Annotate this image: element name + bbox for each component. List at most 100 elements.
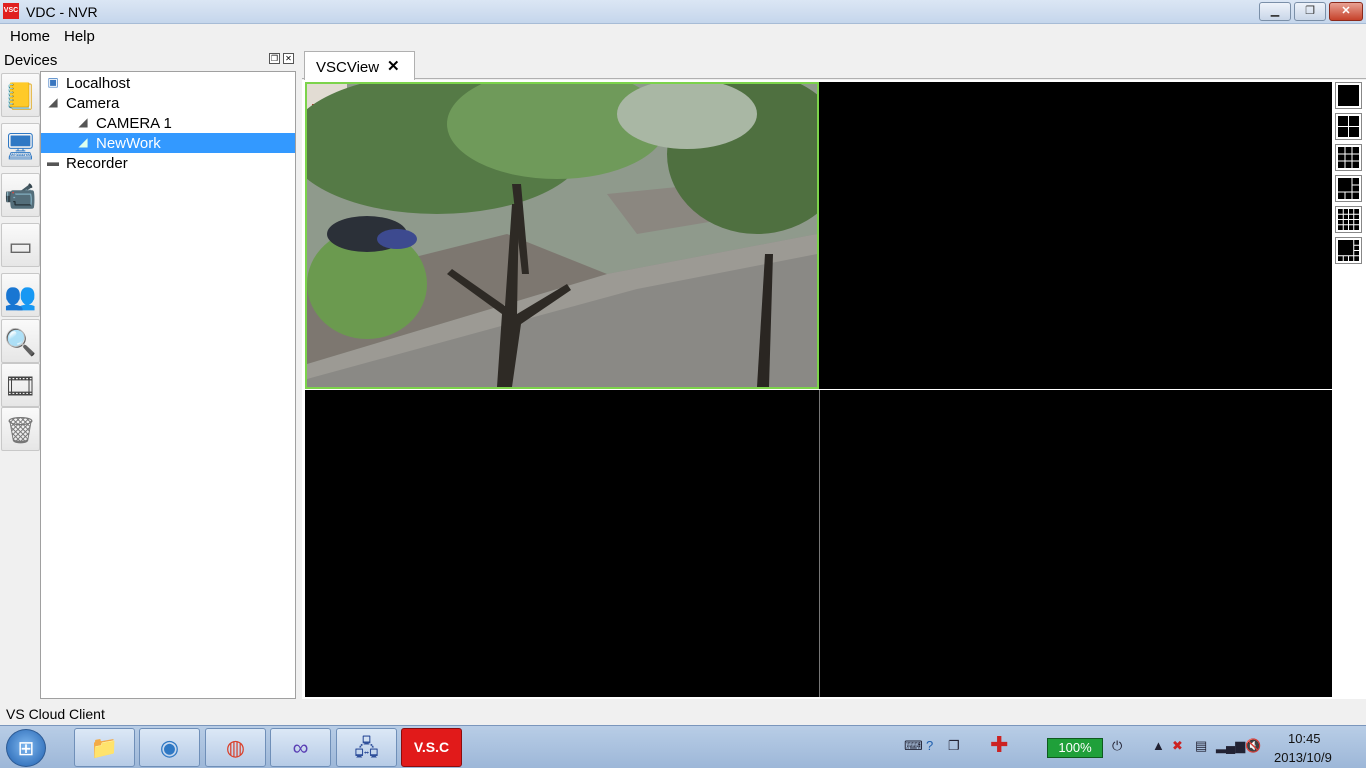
layout-4x4-button[interactable] (1335, 206, 1362, 233)
search-button[interactable]: 🔍 (1, 319, 40, 363)
status-text: VS Cloud Client (6, 706, 105, 722)
close-button[interactable]: ✕ (1329, 2, 1363, 21)
minimize-icon: ▁ (1270, 5, 1280, 17)
layout-2x2-icon (1338, 116, 1359, 137)
layout-1plus7-icon (1338, 240, 1359, 261)
film-reel-icon: 🎞 (3, 371, 37, 401)
office-icon[interactable]: ✚ (990, 732, 1008, 758)
view-tabstrip: VSCView ✕ (302, 49, 1366, 81)
users-icon: 👥 (4, 281, 37, 311)
keyboard-icon[interactable]: ⌨ (904, 738, 923, 754)
recorder-icon: ▬ (47, 155, 59, 169)
help-icon[interactable]: ? (926, 738, 933, 753)
computer-icon: ▣ (47, 75, 59, 89)
start-button[interactable]: ⊞ (6, 729, 46, 767)
layout-3x3-icon (1338, 147, 1359, 168)
folder-icon: 📁 (90, 735, 119, 760)
status-bar: VS Cloud Client (0, 703, 1366, 725)
monitor-button[interactable]: 🖥 (1, 123, 40, 167)
tab-close-icon[interactable]: ✕ (387, 57, 400, 75)
monitor-icon: 🖥 (3, 131, 37, 161)
power-plug-icon[interactable]: ⏻ (1112, 738, 1122, 754)
signal-icon[interactable]: ▂▄▆ (1216, 738, 1245, 754)
title-bar: VSC VDC - NVR ▁ ❐ ✕ (0, 0, 1366, 24)
trash-button[interactable]: 🗑 (1, 407, 40, 451)
tab-vscview[interactable]: VSCView ✕ (304, 51, 415, 81)
tree-item-label: CAMERA 1 (96, 115, 172, 132)
storage-button[interactable]: ▭ (1, 223, 40, 267)
close-icon: ✕ (1341, 5, 1351, 17)
camera-group-icon: ◢ (48, 95, 58, 109)
tree-item-label: Localhost (66, 75, 131, 92)
app-icon: VSC (3, 3, 19, 19)
camera-icon: ◢ (78, 135, 88, 149)
menu-help[interactable]: Help (64, 28, 95, 45)
taskbar: ⊞ 📁 ◉ ◍ ∞ 🖧 V.S.C ⌨ ? ❐ ✚ 100% ⏻ ▲ ✖ ▤ ▂… (0, 725, 1366, 768)
magnifier-icon: 🔍 (4, 327, 37, 357)
restore-button[interactable]: ❐ (1294, 2, 1326, 21)
volume-muted-icon[interactable]: 🔇 (1245, 738, 1261, 754)
menu-home[interactable]: Home (10, 28, 50, 45)
camera-button[interactable]: 📹 (1, 173, 40, 217)
clock-time[interactable]: 10:45 (1288, 731, 1321, 746)
vsc-app-icon: V.S.C (413, 739, 450, 755)
taskbar-ie[interactable]: ◉ (139, 728, 200, 767)
menu-bar: Home Help (0, 25, 1366, 48)
video-cell-4[interactable] (819, 390, 1332, 697)
taskbar-explorer[interactable]: 📁 (74, 728, 135, 767)
clipboard-icon[interactable]: ▤ (1195, 738, 1207, 754)
playback-button[interactable]: 🎞 (1, 363, 40, 407)
devices-toolbar: 📒 🖥 📹 ▭ 👥 🔍 🎞 🗑 (0, 71, 40, 461)
network-icon: 🖧 (354, 735, 379, 760)
taskbar-vsc[interactable]: V.S.C (401, 728, 462, 767)
layout-1plus7-button[interactable] (1335, 237, 1362, 264)
layout-selector (1334, 82, 1364, 272)
restore-icon[interactable]: ❐ (948, 738, 960, 754)
camera-feed-image (307, 84, 817, 387)
video-cell-3[interactable] (305, 390, 819, 697)
show-hidden-icons[interactable]: ▲ (1152, 738, 1165, 753)
panel-float-button[interactable]: ❐ (269, 53, 280, 64)
video-cell-2[interactable] (819, 82, 1332, 389)
network-error-icon[interactable]: ✖ (1172, 738, 1183, 754)
minimize-button[interactable]: ▁ (1259, 2, 1291, 21)
chrome-icon: ◍ (225, 735, 246, 760)
devices-panel-title: Devices (4, 52, 58, 69)
tree-item-localhost[interactable]: ▣ Localhost (41, 73, 295, 93)
tree-item-camera[interactable]: ◢ Camera (41, 93, 295, 113)
ie-icon: ◉ (159, 735, 180, 760)
tab-label: VSCView (316, 59, 380, 76)
hard-drive-icon: ▭ (8, 231, 33, 261)
tree-item-label: Camera (66, 95, 120, 112)
tree-item-newwork[interactable]: ◢ NewWork (41, 133, 295, 153)
device-tree[interactable]: ▣ Localhost ◢ Camera ◢ CAMERA 1 ◢ NewWor… (40, 71, 296, 699)
camera-icon: ◢ (78, 115, 88, 129)
layout-1x1-icon (1338, 85, 1359, 106)
close-icon: ✕ (285, 54, 292, 63)
system-tray: ⌨ ? ❐ ✚ 100% ⏻ ▲ ✖ ▤ ▂▄▆ 🔇 10:45 2013/10… (890, 726, 1366, 768)
layout-1plus5-button[interactable] (1335, 175, 1362, 202)
taskbar-chrome[interactable]: ◍ (205, 728, 266, 767)
taskbar-app-infinity[interactable]: ∞ (270, 728, 331, 767)
tree-item-recorder[interactable]: ▬ Recorder (41, 153, 295, 173)
float-icon: ❐ (270, 54, 279, 63)
restore-icon: ❐ (1305, 5, 1315, 17)
video-cell-1[interactable] (305, 82, 819, 389)
taskbar-network[interactable]: 🖧 (336, 728, 397, 767)
notepad-icon: 📒 (4, 81, 37, 111)
infinity-icon: ∞ (292, 735, 309, 760)
layout-3x3-button[interactable] (1335, 144, 1362, 171)
layout-2x2-button[interactable] (1335, 113, 1362, 140)
tree-item-label: NewWork (96, 135, 161, 152)
panel-close-button[interactable]: ✕ (283, 53, 294, 64)
layout-1plus5-icon (1338, 178, 1359, 199)
trash-icon: 🗑 (3, 415, 37, 445)
tree-item-camera-1[interactable]: ◢ CAMERA 1 (41, 113, 295, 133)
clock-date[interactable]: 2013/10/9 (1274, 750, 1332, 765)
layout-1x1-button[interactable] (1335, 82, 1362, 109)
video-view (302, 80, 1366, 699)
battery-indicator[interactable]: 100% (1047, 738, 1103, 758)
notes-button[interactable]: 📒 (1, 73, 40, 117)
users-button[interactable]: 👥 (1, 273, 40, 317)
window-title: VDC - NVR (26, 4, 98, 20)
